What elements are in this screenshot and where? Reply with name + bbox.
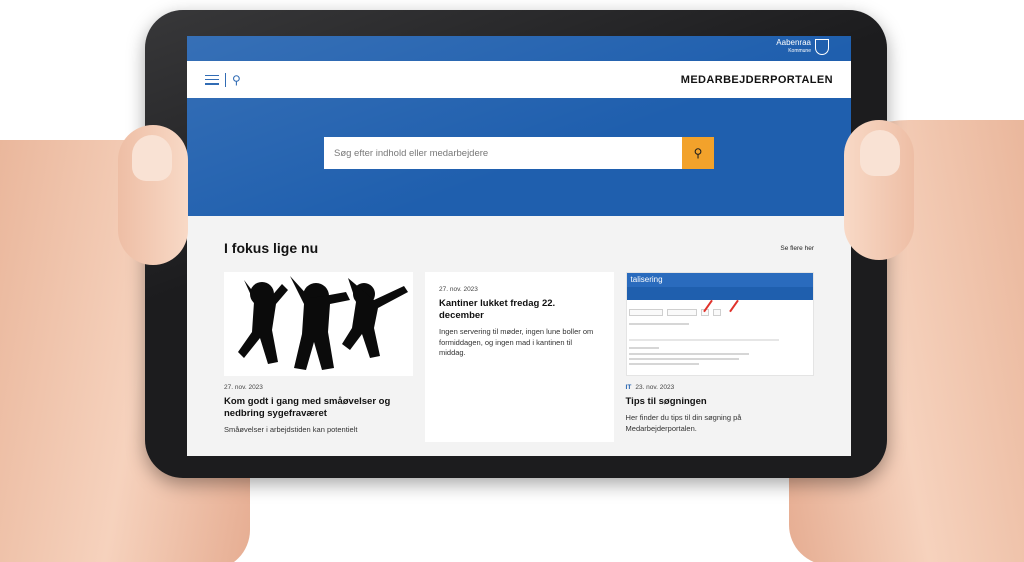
news-card[interactable]: talisering IT 23. nov. 2023 Tips til søg… (625, 272, 814, 442)
card-date: 23. nov. 2023 (635, 384, 675, 391)
thumb-heading: talisering (626, 273, 813, 287)
search-button[interactable]: ⚲ (682, 137, 714, 169)
news-card[interactable]: 27. nov. 2023 Kantiner lukket fredag 22.… (425, 272, 614, 442)
logo-sub: Kommune (788, 48, 811, 54)
magnifier-icon: ⚲ (693, 146, 703, 160)
hero-search: ⚲ (324, 137, 714, 169)
search-tips-screenshot: talisering (625, 272, 814, 376)
card-date: 27. nov. 2023 (224, 384, 263, 391)
jumping-children-image (224, 272, 413, 376)
card-list: 27. nov. 2023 Kom godt i gang med småøve… (224, 272, 814, 442)
municipality-logo[interactable]: Aabenraa Kommune (776, 39, 829, 55)
card-date: 27. nov. 2023 (439, 286, 478, 293)
focus-title: I fokus lige nu (224, 240, 319, 256)
card-text: Småøvelser i arbejdstiden kan potentielt (224, 425, 358, 434)
search-icon[interactable]: ⚲ (232, 74, 241, 86)
card-title[interactable]: Kom godt i gang med småøvelser og nedbri… (224, 396, 413, 420)
card-title[interactable]: Tips til søgningen (626, 396, 814, 408)
portal-title[interactable]: MEDARBEJDERPORTALEN (681, 74, 833, 86)
site-header: ⚲ MEDARBEJDERPORTALEN (187, 61, 851, 98)
left-thumb (118, 125, 188, 265)
shield-icon (815, 39, 829, 55)
hamburger-icon[interactable] (205, 74, 219, 85)
header-separator (225, 72, 226, 87)
photo-stage: Aabenraa Kommune ⚲ MEDARBEJDERPORTALEN S… (0, 0, 1024, 562)
news-card[interactable]: 27. nov. 2023 Kom godt i gang med småøve… (224, 272, 413, 442)
hero-banner: ⚲ (187, 98, 851, 216)
focus-section: I fokus lige nu Se flere her 27. nov. 20… (187, 216, 851, 442)
card-tag[interactable]: IT (626, 384, 632, 391)
see-more-link[interactable]: Se flere her (780, 245, 814, 252)
card-text: Ingen servering til møder, ingen lune bo… (439, 327, 594, 357)
logo-name: Aabenraa (776, 38, 811, 47)
search-input[interactable] (324, 137, 682, 169)
tablet-device: Aabenraa Kommune ⚲ MEDARBEJDERPORTALEN S… (145, 10, 887, 478)
card-text: Her finder du tips til din søgning på Me… (625, 413, 742, 433)
right-thumb (844, 120, 914, 260)
card-title[interactable]: Kantiner lukket fredag 22. december (439, 298, 600, 322)
top-brand-bar: Aabenraa Kommune (187, 36, 851, 61)
tablet-screen: Aabenraa Kommune ⚲ MEDARBEJDERPORTALEN S… (187, 36, 851, 456)
